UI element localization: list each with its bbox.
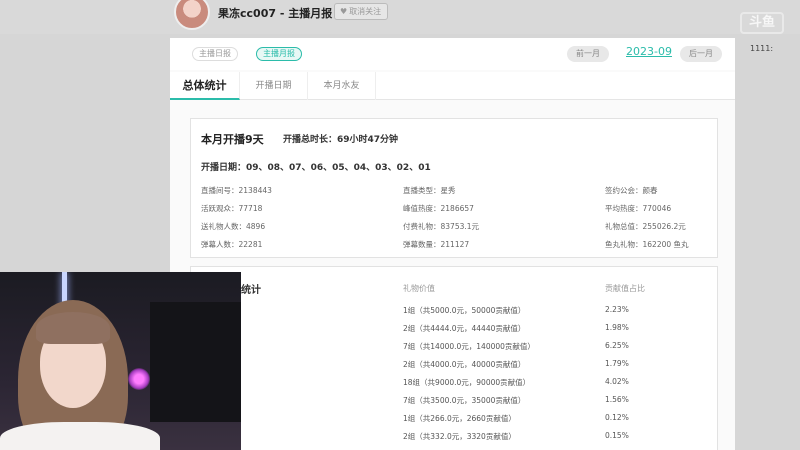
gift-stats-card: 物统计 礼物价值 贡献值占比 1组（共5000.0元，50000贡献值） 2.2… <box>190 266 718 450</box>
stat-guild: 签约公会：颜春 <box>605 186 658 195</box>
gift-row-value: 18组（共9000.0元，90000贡献值） <box>403 378 531 387</box>
platform-logo: 斗鱼 <box>740 12 784 34</box>
summary-title: 本月开播9天 <box>201 133 264 146</box>
gift-share-header: 贡献值占比 <box>605 284 645 293</box>
purple-light <box>128 368 150 390</box>
gift-value-header: 礼物价值 <box>403 284 435 293</box>
gift-row-share: 0.15% <box>605 431 629 440</box>
stat-room-id: 直播间号：2138443 <box>201 186 272 195</box>
monthly-report-tab[interactable]: 主播月报 <box>256 47 302 61</box>
stat-gift-total: 礼物总值：255026.2元 <box>605 222 686 231</box>
gift-row-share: 1.79% <box>605 359 629 368</box>
top-header: 果冻cc007 - 主播月报 ♥ 取消关注 <box>0 0 800 34</box>
summary-duration: 开播总时长：69小时47分钟 <box>283 135 399 145</box>
streamer-shirt <box>0 422 160 450</box>
current-month-link[interactable]: 2023-09 <box>626 45 672 58</box>
stat-danmaku-users: 弹幕人数：22281 <box>201 240 263 249</box>
webcam-overlay <box>0 272 241 450</box>
heart-icon: ♥ <box>340 7 348 16</box>
next-month-button[interactable]: 后一月 <box>680 46 722 62</box>
gift-row-value: 7组（共14000.0元，140000贡献值） <box>403 342 535 351</box>
stat-active-viewers: 活跃观众：77718 <box>201 204 263 213</box>
gift-row-value: 2组（共4000.0元，40000贡献值） <box>403 360 526 369</box>
logo-sub-text: 1111: <box>750 44 774 53</box>
gift-row-share: 4.02% <box>605 377 629 386</box>
tab-monthly-fans[interactable]: 本月水友 <box>308 72 376 100</box>
tab-stream-dates[interactable]: 开播日期 <box>240 72 308 100</box>
prev-month-button[interactable]: 前一月 <box>567 46 609 62</box>
tab-overall-stats[interactable]: 总体统计 <box>170 72 240 100</box>
daily-report-tab[interactable]: 主播日报 <box>192 47 238 61</box>
gift-row-value: 7组（共3500.0元，35000贡献值） <box>403 396 526 405</box>
gift-row-share: 2.23% <box>605 305 629 314</box>
avatar[interactable] <box>174 0 210 30</box>
stat-fishball-gifts: 鱼丸礼物：162200 鱼丸 <box>605 240 689 249</box>
stat-danmaku-count: 弹幕数量：211127 <box>403 240 470 249</box>
report-nav-row: 主播日报 主播月报 前一月 2023-09 后一月 <box>170 38 735 70</box>
report-tabs: 总体统计 开播日期 本月水友 <box>170 72 735 100</box>
background-monitor <box>150 302 241 422</box>
unfollow-button[interactable]: ♥ 取消关注 <box>334 3 388 20</box>
gift-row-share: 1.56% <box>605 395 629 404</box>
monthly-report-panel: 主播日报 主播月报 前一月 2023-09 后一月 总体统计 开播日期 本月水友… <box>170 38 735 450</box>
stat-peak-heat: 峰值热度：2186657 <box>403 204 474 213</box>
stat-stream-type: 直播类型：星秀 <box>403 186 456 195</box>
stat-gift-senders: 送礼物人数：4896 <box>201 222 266 231</box>
streamer-bangs <box>36 312 110 344</box>
gift-row-share: 6.25% <box>605 341 629 350</box>
gift-row-value: 2组（共332.0元，3320贡献值） <box>403 432 516 441</box>
gift-row-value: 1组（共266.0元，2660贡献值） <box>403 414 516 423</box>
streamer-report-title: 果冻cc007 - 主播月报 <box>218 7 333 20</box>
summary-card: 本月开播9天 开播总时长：69小时47分钟 开播日期：09、08、07、06、0… <box>190 118 718 258</box>
unfollow-label: 取消关注 <box>349 7 382 16</box>
summary-dates: 开播日期：09、08、07、06、05、04、03、02、01 <box>201 163 431 173</box>
gift-row-value: 2组（共4444.0元，44440贡献值） <box>403 324 526 333</box>
stat-avg-heat: 平均热度：770046 <box>605 204 672 213</box>
gift-row-share: 0.12% <box>605 413 629 422</box>
stat-paid-gifts: 付费礼物：83753.1元 <box>403 222 480 231</box>
gift-row-share: 1.98% <box>605 323 629 332</box>
gift-row-value: 1组（共5000.0元，50000贡献值） <box>403 306 526 315</box>
